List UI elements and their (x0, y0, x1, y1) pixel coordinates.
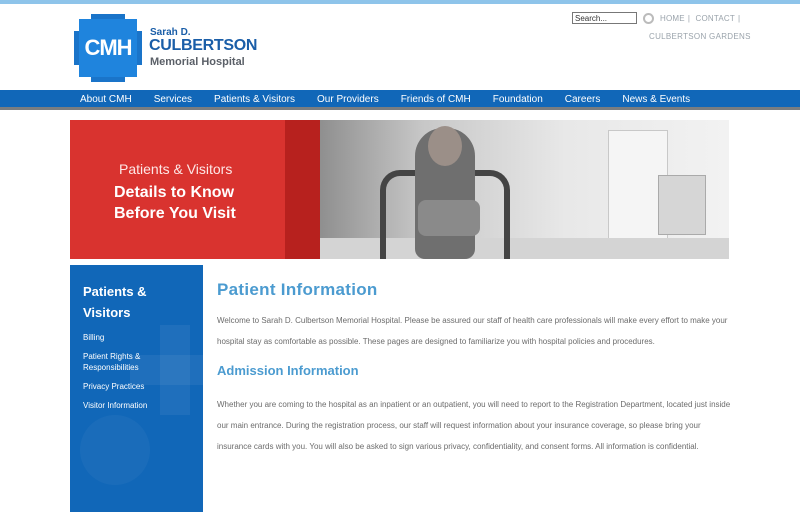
nav-about[interactable]: About CMH (69, 90, 143, 110)
cross-logo-icon: CMH (74, 14, 142, 82)
utility-links: HOME | CONTACT | (660, 13, 741, 23)
search-go-icon[interactable] (643, 12, 654, 24)
banner-headline-line1: Details to Know (114, 184, 235, 201)
sidebar-item-visitor-info[interactable]: Visitor Information (83, 400, 193, 411)
culbertson-gardens-link[interactable]: CULBERTSON GARDENS (649, 32, 751, 41)
main-content: Patient Information Welcome to Sarah D. … (217, 280, 737, 457)
contact-link[interactable]: CONTACT (696, 14, 735, 23)
logo-line2: CULBERTSON (149, 37, 258, 54)
section-heading: Admission Information (217, 363, 359, 378)
search-input[interactable] (572, 12, 637, 24)
utility-bar: HOME| CONTACT| (572, 11, 743, 25)
hospital-logo[interactable]: CMH Sarah D. CULBERTSON Memorial Hospita… (74, 14, 257, 86)
nav-patients-visitors[interactable]: Patients & Visitors (203, 90, 306, 110)
sidebar-item-patient-rights[interactable]: Patient Rights & Responsibilities (83, 351, 193, 373)
sidebar-item-privacy[interactable]: Privacy Practices (83, 381, 193, 392)
logo-line3: Memorial Hospital (150, 56, 245, 68)
nav-services[interactable]: Services (143, 90, 203, 110)
page-title: Patient Information (217, 280, 378, 299)
site-header: CMH Sarah D. CULBERTSON Memorial Hospita… (0, 4, 800, 90)
banner-headline-line2: Before You Visit (114, 205, 236, 222)
nav-providers[interactable]: Our Providers (306, 90, 390, 110)
banner-photo (320, 120, 729, 259)
hero-banner: Patients & Visitors Details to Know Befo… (70, 120, 729, 259)
section-sidebar: Patients & Visitors Billing Patient Righ… (70, 265, 203, 512)
nav-foundation[interactable]: Foundation (482, 90, 554, 110)
main-nav: About CMH Services Patients & Visitors O… (0, 90, 800, 110)
banner-kicker: Patients & Visitors (119, 161, 233, 177)
banner-headline: Details to Know Before You Visit (114, 182, 236, 224)
sidebar-menu: Billing Patient Rights & Responsibilitie… (83, 332, 193, 419)
sidebar-item-billing[interactable]: Billing (83, 332, 193, 343)
admission-paragraph: Whether you are coming to the hospital a… (217, 400, 731, 451)
sidebar-title: Patients & Visitors (83, 284, 147, 320)
nav-friends[interactable]: Friends of CMH (390, 90, 482, 110)
nav-news-events[interactable]: News & Events (611, 90, 701, 110)
intro-paragraph: Welcome to Sarah D. Culbertson Memorial … (217, 316, 728, 346)
logo-mark: CMH (84, 35, 132, 60)
nav-careers[interactable]: Careers (554, 90, 612, 110)
home-link[interactable]: HOME (660, 14, 685, 23)
